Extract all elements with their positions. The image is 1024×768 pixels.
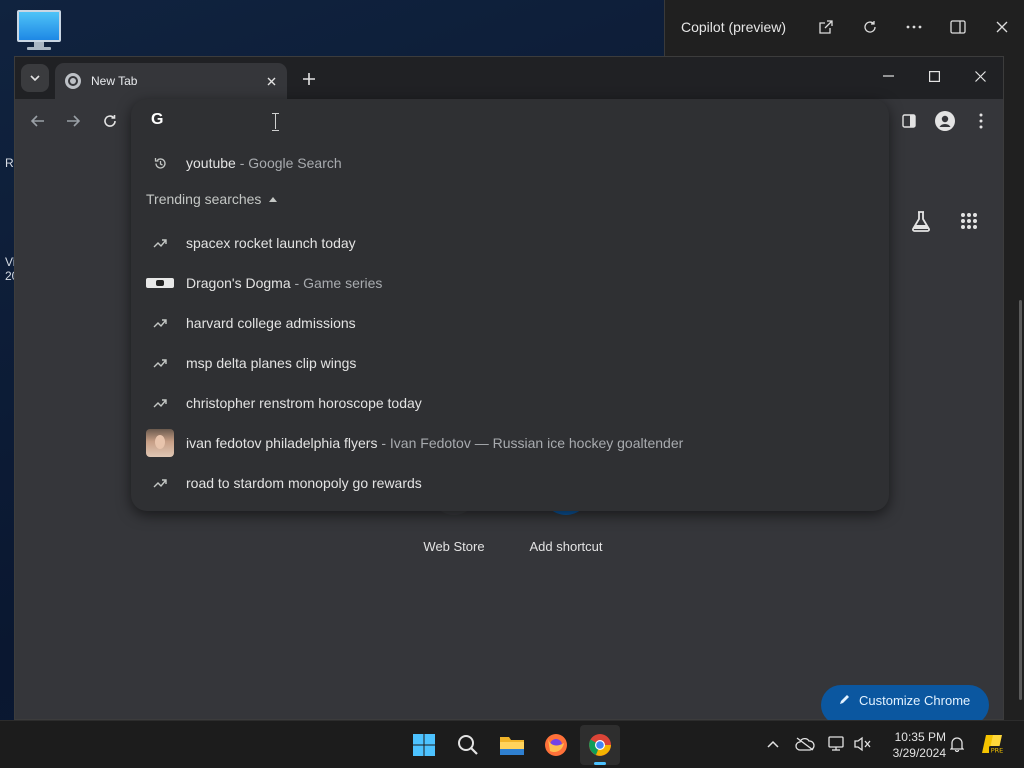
split-view-icon[interactable] [936,0,980,54]
section-title: Trending searches [146,191,262,207]
tab-title: New Tab [91,74,138,88]
plus-icon [303,73,315,85]
side-panel-icon [902,114,916,128]
close-icon[interactable] [980,0,1024,54]
taskbar: 10:35 PM 3/29/2024 PRE [0,720,1024,768]
omnibox-input[interactable]: G [131,99,889,143]
trending-searches-header[interactable]: Trending searches [146,191,278,207]
chevron-up-icon[interactable] [762,733,784,755]
chrome-icon[interactable] [580,725,620,765]
onedrive-offline-icon[interactable] [794,733,816,755]
text-cursor-icon [271,111,281,131]
desktop-label-fragment: R [5,156,14,170]
close-window-button[interactable] [957,57,1003,95]
tab-search-button[interactable] [21,64,49,92]
suggestion-trending[interactable]: msp delta planes clip wings [131,343,889,383]
more-icon[interactable] [892,0,936,54]
maximize-button[interactable] [911,57,957,95]
omnibox-dropdown: G youtube - Google Search Trending searc… [131,99,889,511]
suggestion-trending[interactable]: Dragon's Dogma - Game series [131,263,889,303]
shortcut-label: Add shortcut [529,539,603,554]
labs-flask-icon[interactable] [905,205,937,237]
suggestion-text: harvard college admissions [186,315,356,331]
apps-grid-icon[interactable] [953,205,985,237]
copilot-title: Copilot (preview) [681,19,787,35]
suggestion-trending[interactable]: road to stardom monopoly go rewards [131,463,889,503]
active-app-indicator [594,762,606,765]
firefox-icon[interactable] [536,725,576,765]
trending-icon [146,389,174,417]
close-icon [974,70,986,82]
maximize-icon [928,70,940,82]
more-vertical-icon [979,113,983,129]
trending-icon [146,349,174,377]
network-icon[interactable] [826,733,848,755]
suggestion-trending[interactable]: ivan fedotov philadelphia flyers - Ivan … [131,423,889,463]
copilot-taskbar-icon[interactable]: PRE [980,733,1006,755]
back-arrow-icon [31,115,44,127]
suggestion-trending[interactable]: spacex rocket launch today [131,223,889,263]
minimize-icon [882,75,894,77]
shortcut-web-store[interactable]: Web Store [399,539,509,554]
start-icon[interactable] [404,725,444,765]
suggestion-text: youtube - Google Search [186,155,342,171]
refresh-icon[interactable] [848,0,892,54]
volume-muted-icon[interactable] [852,733,874,755]
forward-arrow-icon [67,115,80,127]
tab-new-tab[interactable]: New Tab [55,63,287,99]
pencil-icon [840,695,849,704]
copilot-scrollbar[interactable] [1019,300,1022,700]
file-explorer-icon[interactable] [492,725,532,765]
computer-icon[interactable] [17,10,61,50]
suggestion-text: Dragon's Dogma - Game series [186,275,383,291]
minimize-button[interactable] [865,57,911,95]
dragons-dogma-thumbnail [146,269,174,297]
history-icon [146,149,174,177]
search-icon[interactable] [448,725,488,765]
suggestion-text: road to stardom monopoly go rewards [186,475,422,491]
notification-bell-icon[interactable] [946,733,968,755]
suggestion-history[interactable]: youtube - Google Search [131,143,889,183]
system-clock[interactable]: 10:35 PM 3/29/2024 [880,729,946,761]
clock-date: 3/29/2024 [892,746,946,760]
suggestion-trending[interactable]: harvard college admissions [131,303,889,343]
open-external-icon[interactable] [804,0,848,54]
tab-strip: New Tab [15,57,1003,99]
collapse-caret-icon [269,196,278,202]
pre-badge: PRE [991,747,1004,755]
customize-label: Customize Chrome [859,693,971,708]
profile-button[interactable] [931,108,959,134]
trending-icon [146,229,174,257]
shortcut-label: Web Store [423,539,485,554]
shortcut-add-shortcut[interactable]: Add shortcut [511,539,621,554]
reload-button[interactable] [97,108,123,134]
side-panel-button[interactable] [895,108,923,134]
forward-button[interactable] [60,108,86,134]
new-tab-button[interactable] [297,67,321,91]
suggestion-text: msp delta planes clip wings [186,355,357,371]
close-icon[interactable] [261,71,281,91]
customize-chrome-button[interactable]: Customize Chrome [821,685,989,725]
reload-icon [104,115,116,127]
chrome-window: New Tab Web Store Add shortcut Customize… [14,56,1004,725]
trending-icon [146,469,174,497]
suggestion-trending[interactable]: christopher renstrom horoscope today [131,383,889,423]
chrome-icon [65,73,81,89]
suggestion-text: christopher renstrom horoscope today [186,395,422,411]
google-g-icon: G [151,111,164,128]
suggestion-text: spacex rocket launch today [186,235,356,251]
clock-time: 10:35 PM [894,730,946,744]
chevron-down-icon [30,75,40,81]
profile-icon [935,111,955,131]
ivan-fedotov-thumbnail [146,429,174,457]
trending-icon [146,309,174,337]
chrome-menu-button[interactable] [967,108,995,134]
copilot-header: Copilot (preview) [665,0,1024,54]
back-button[interactable] [25,108,51,134]
suggestion-text: ivan fedotov philadelphia flyers - Ivan … [186,435,684,451]
